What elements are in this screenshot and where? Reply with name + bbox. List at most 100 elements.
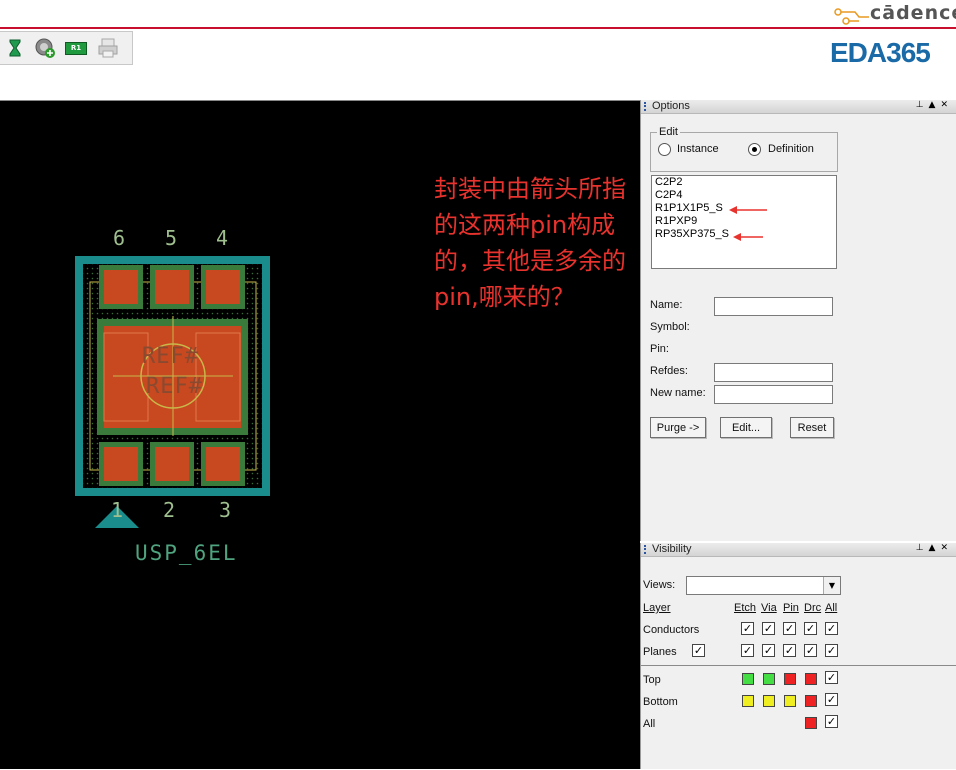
purge-button[interactable]: Purge -> — [650, 417, 706, 438]
pin-label: Pin: — [650, 343, 669, 355]
definitions-list[interactable]: C2P2 C2P4 R1P1X1P5_S R1PXP9 RP35XP375_S — [651, 175, 837, 269]
planes-via-checkbox[interactable]: ✓ — [762, 644, 775, 657]
cadence-logo: cādence — [834, 2, 956, 30]
drag-grip-icon[interactable] — [644, 102, 649, 111]
collapse-icon[interactable]: ▲ — [929, 543, 941, 553]
all-all-checkbox[interactable]: ✓ — [825, 715, 838, 728]
ref-designator-2: REF# — [146, 374, 203, 399]
views-label: Views: — [643, 579, 676, 591]
bottom-layer-label: Bottom — [643, 696, 678, 708]
name-field[interactable] — [714, 297, 833, 316]
top-etch-color[interactable] — [742, 673, 754, 685]
list-item[interactable]: C2P2 — [652, 176, 836, 189]
instance-radio-label[interactable]: Instance — [677, 143, 719, 155]
new-name-label: New name: — [650, 387, 706, 399]
planes-drc-checkbox[interactable]: ✓ — [804, 644, 817, 657]
close-icon[interactable]: ✕ — [940, 100, 953, 110]
bottom-drc-color[interactable] — [805, 695, 817, 707]
visibility-title-bar: Visibility ⊥▲✕ — [641, 543, 956, 557]
header-accent-line — [0, 27, 956, 29]
conductors-drc-checkbox[interactable]: ✓ — [804, 622, 817, 635]
bottom-etch-color[interactable] — [742, 695, 754, 707]
planes-all-checkbox[interactable]: ✓ — [825, 644, 838, 657]
pin-number-4: 4 — [216, 226, 229, 250]
eda365-logo: EDA365 — [830, 37, 931, 68]
drag-grip-icon[interactable] — [644, 545, 649, 554]
column-drc[interactable]: Drc — [804, 602, 821, 614]
conductors-pin-checkbox[interactable]: ✓ — [783, 622, 796, 635]
bottom-pads — [99, 442, 245, 486]
all-layer-label: All — [643, 718, 656, 730]
top-via-color[interactable] — [763, 673, 775, 685]
planes-pin-checkbox[interactable]: ✓ — [783, 644, 796, 657]
refdes-field[interactable] — [714, 363, 833, 382]
instance-radio[interactable] — [658, 143, 671, 156]
column-all[interactable]: All — [825, 602, 837, 614]
top-pin-color[interactable] — [784, 673, 796, 685]
conductors-all-checkbox[interactable]: ✓ — [825, 622, 838, 635]
top-drc-color[interactable] — [805, 673, 817, 685]
conductors-etch-checkbox[interactable]: ✓ — [741, 622, 754, 635]
symbol-label: Symbol: — [650, 321, 690, 333]
r1-label-icon[interactable]: R1 — [65, 37, 87, 59]
definition-radio[interactable] — [748, 143, 761, 156]
pin-icon[interactable]: ⊥ — [916, 100, 929, 110]
top-layer-label: Top — [643, 674, 661, 686]
definition-radio-label[interactable]: Definition — [768, 143, 814, 155]
bottom-pin-color[interactable] — [784, 695, 796, 707]
circuit-logo-icon — [834, 8, 869, 25]
bottom-all-checkbox[interactable]: ✓ — [825, 693, 838, 706]
ref-designator-1: REF# — [142, 344, 199, 369]
chevron-down-icon[interactable]: ▼ — [823, 577, 840, 594]
pin-number-6: 6 — [113, 226, 126, 250]
red-arrow-icon — [729, 206, 767, 214]
top-pads — [99, 265, 245, 309]
edit-group-label: Edit — [657, 126, 680, 138]
bottom-via-color[interactable] — [763, 695, 775, 707]
r1-badge: R1 — [65, 41, 87, 55]
new-name-field[interactable] — [714, 385, 833, 404]
column-etch[interactable]: Etch — [734, 602, 756, 614]
visibility-panel: Visibility ⊥▲✕ Views: ▼ Layer Etch Via P… — [640, 543, 956, 769]
views-dropdown[interactable]: ▼ — [686, 576, 841, 595]
toolbar: R1 — [0, 31, 133, 65]
list-item[interactable]: R1PXP9 — [652, 215, 836, 228]
edit-button[interactable]: Edit... — [720, 417, 772, 438]
pin-icon[interactable]: ⊥ — [916, 543, 929, 553]
panel-controls: ⊥▲✕ — [916, 100, 953, 110]
pin-number-5: 5 — [165, 226, 178, 250]
add-component-icon[interactable] — [34, 37, 56, 59]
planes-label: Planes — [643, 646, 677, 658]
column-pin[interactable]: Pin — [783, 602, 799, 614]
planes-etch-checkbox[interactable]: ✓ — [741, 644, 754, 657]
layer-subgroup — [641, 665, 956, 770]
printer-icon[interactable] — [97, 37, 119, 59]
top-all-checkbox[interactable]: ✓ — [825, 671, 838, 684]
options-panel: Options ⊥▲✕ Edit Instance Definition C2P… — [640, 100, 956, 541]
red-arrow-icon — [733, 233, 763, 241]
reset-button[interactable]: Reset — [790, 417, 834, 438]
planes-checkbox[interactable]: ✓ — [692, 644, 705, 657]
hourglass-icon[interactable] — [4, 37, 26, 59]
all-drc-color[interactable] — [805, 717, 817, 729]
package-name: USP_6EL — [135, 541, 238, 565]
options-title: Options — [652, 100, 690, 112]
column-layer: Layer — [643, 602, 671, 614]
refdes-label: Refdes: — [650, 365, 688, 377]
column-via[interactable]: Via — [761, 602, 777, 614]
radio-selected-dot — [752, 147, 757, 152]
cadence-logo-text: cādence — [870, 2, 956, 24]
panel-controls: ⊥▲✕ — [916, 543, 953, 553]
name-label: Name: — [650, 299, 683, 311]
annotation-note: 封装中由箭头所指的这两种pin构成的，其他是多余的pin,哪来的？ — [434, 175, 626, 311]
pin-number-2: 2 — [163, 498, 176, 522]
pin-number-1: 1 — [111, 498, 124, 522]
design-canvas[interactable]: REF# REF# 6 5 4 1 2 3 USP_6EL 封装中由箭头所指的这… — [0, 101, 640, 769]
pin-number-3: 3 — [219, 498, 232, 522]
options-title-bar: Options ⊥▲✕ — [641, 100, 956, 114]
close-icon[interactable]: ✕ — [940, 543, 953, 553]
collapse-icon[interactable]: ▲ — [929, 100, 941, 110]
conductors-via-checkbox[interactable]: ✓ — [762, 622, 775, 635]
visibility-title: Visibility — [652, 543, 692, 555]
list-item[interactable]: C2P4 — [652, 189, 836, 202]
